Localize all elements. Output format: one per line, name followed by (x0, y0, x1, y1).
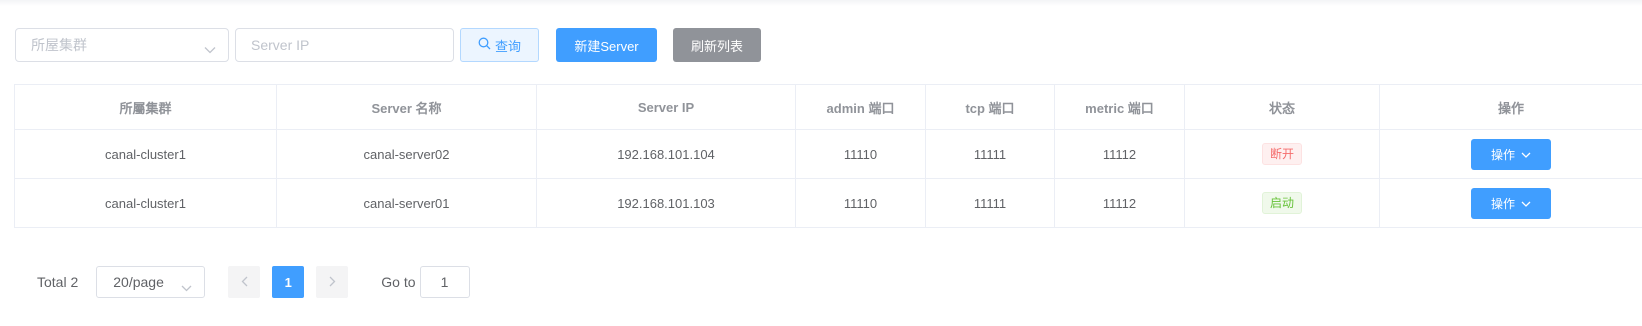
table-row: canal-cluster1 canal-server02 192.168.10… (14, 129, 1642, 179)
filter-toolbar: 所屋集群 查询 新建Server 刷新列表 (15, 28, 761, 62)
cluster-select-placeholder: 所屋集群 (31, 37, 87, 53)
cell-admin-port: 11110 (795, 178, 926, 228)
cell-status: 启动 (1184, 178, 1380, 228)
table-row: canal-cluster1 canal-server01 192.168.10… (14, 178, 1642, 228)
column-header-status: 状态 (1184, 84, 1380, 130)
goto-label: Go to (381, 274, 416, 290)
page-number-current[interactable]: 1 (272, 266, 305, 298)
refresh-list-button[interactable]: 刷新列表 (673, 28, 761, 62)
prev-page-button[interactable] (228, 266, 261, 298)
chevron-right-icon (329, 274, 336, 290)
status-badge-started: 启动 (1261, 192, 1302, 214)
status-badge-disconnected: 断开 (1261, 143, 1302, 165)
pagination: Total 2 20/page 1 Go to (37, 266, 470, 298)
chevron-down-icon (1521, 196, 1531, 210)
chevron-down-icon (1521, 147, 1531, 161)
query-button[interactable]: 查询 (460, 28, 539, 62)
cell-server-ip: 192.168.101.103 (536, 178, 796, 228)
action-button-label: 操作 (1490, 196, 1515, 211)
cell-server-name: canal-server02 (276, 129, 537, 179)
cell-cluster: canal-cluster1 (14, 178, 277, 228)
next-page-button[interactable] (316, 266, 349, 298)
new-server-button[interactable]: 新建Server (556, 28, 657, 62)
cell-actions: 操作 (1379, 178, 1642, 228)
cell-metric-port: 11112 (1054, 178, 1185, 228)
cell-actions: 操作 (1379, 129, 1642, 179)
cell-admin-port: 11110 (795, 129, 926, 179)
row-action-dropdown-button[interactable]: 操作 (1471, 138, 1551, 170)
server-table: 所屬集群 Server 名称 Server IP admin 端口 tcp 端口… (14, 84, 1642, 228)
cell-tcp-port: 11111 (925, 129, 1055, 179)
row-action-dropdown-button[interactable]: 操作 (1471, 187, 1551, 219)
column-header-server-ip: Server IP (536, 84, 796, 130)
column-header-server-name: Server 名称 (276, 84, 537, 130)
page-size-select[interactable]: 20/page (96, 266, 206, 298)
action-button-label: 操作 (1490, 147, 1515, 162)
search-icon (478, 37, 491, 53)
cell-tcp-port: 11111 (925, 178, 1055, 228)
page-size-value: 20/page (113, 274, 164, 290)
server-ip-input[interactable] (235, 28, 454, 62)
cell-cluster: canal-cluster1 (14, 129, 277, 179)
pagination-total: Total 2 (37, 274, 79, 290)
cell-server-ip: 192.168.101.104 (536, 129, 796, 179)
goto-page-input[interactable] (419, 266, 470, 298)
column-header-admin-port: admin 端口 (795, 84, 926, 130)
cell-server-name: canal-server01 (276, 178, 537, 228)
chevron-down-icon (204, 41, 216, 59)
cluster-select[interactable]: 所屋集群 (15, 28, 229, 62)
cell-status: 断开 (1184, 129, 1380, 179)
column-header-actions: 操作 (1379, 84, 1642, 130)
cell-metric-port: 11112 (1054, 129, 1185, 179)
chevron-left-icon (241, 274, 248, 290)
column-header-cluster: 所屬集群 (14, 84, 277, 130)
chevron-down-icon (181, 279, 192, 295)
header-shadow (0, 0, 1642, 6)
column-header-tcp-port: tcp 端口 (925, 84, 1055, 130)
table-header-row: 所屬集群 Server 名称 Server IP admin 端口 tcp 端口… (14, 84, 1642, 130)
column-header-metric-port: metric 端口 (1054, 84, 1185, 130)
query-button-label: 查询 (494, 38, 521, 54)
